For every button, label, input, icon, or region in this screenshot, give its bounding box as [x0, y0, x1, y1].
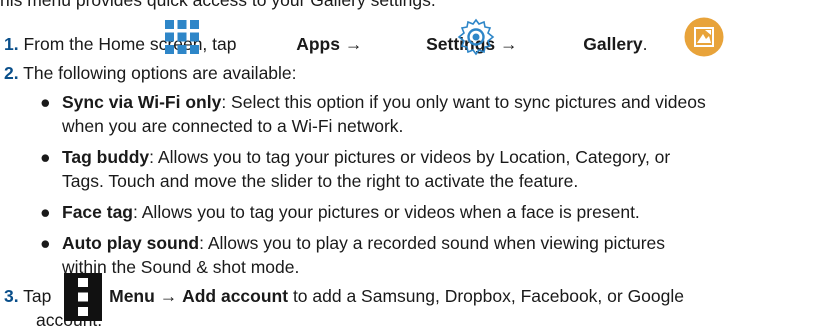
bullet-term: Tag buddy	[62, 147, 150, 167]
step-2-text: The following options are available:	[23, 63, 297, 83]
bullet-dot: ●	[40, 233, 51, 253]
bullet-term: Sync via Wi-Fi only	[62, 92, 222, 112]
step-3-tap: Tap	[23, 286, 52, 306]
step-2-number: 2.	[4, 63, 19, 83]
bullet-term: Face tag	[62, 202, 133, 222]
bullet-tag-buddy: Tag buddy: Allows you to tag your pictur…	[62, 146, 670, 168]
step-1-text: From the Home screen, tap	[23, 34, 237, 54]
apps-grid-icon	[165, 20, 199, 54]
gallery-label: Gallery	[583, 34, 643, 54]
step-3-arrow: →	[159, 286, 178, 306]
bullet-auto-play-sound: Auto play sound: Allows you to play a re…	[62, 232, 665, 254]
apps-label: Apps	[296, 34, 340, 54]
bullet-term: Auto play sound	[62, 233, 200, 253]
add-account-label: Add account	[182, 286, 289, 306]
step-3-text: to add a Samsung, Dropbox, Facebook, or …	[292, 286, 685, 306]
bullet-line: : Allows you to play a recorded sound wh…	[199, 233, 666, 253]
bullet-dot: ●	[40, 92, 51, 112]
bullet-line-continued: Tags. Touch and move the slider to the r…	[62, 171, 579, 191]
menu-overflow-icon	[64, 273, 102, 321]
step-1-number: 1.	[4, 34, 19, 54]
intro-text: his menu provides quick access to your G…	[0, 0, 436, 10]
step-2: 2. The following options are available:	[4, 62, 297, 84]
gallery-icon	[684, 17, 724, 57]
bullet-sync-wifi: Sync via Wi-Fi only: Select this option …	[62, 91, 706, 113]
bullet-line: : Allows you to tag your pictures or vid…	[149, 147, 671, 167]
arrow-2: →	[500, 34, 518, 54]
bullet-dot: ●	[40, 202, 51, 222]
step-1: 1. From the Home screen, tap Apps → Sett…	[4, 33, 648, 55]
arrow-1: →	[344, 34, 363, 54]
settings-gear-icon	[457, 18, 495, 56]
bullet-line: : Allows you to tag your pictures or vid…	[133, 202, 640, 222]
bullet-line: : Select this option if you only want to…	[221, 92, 706, 112]
step-3: 3. Tap Menu → Add account to add a Samsu…	[4, 285, 684, 307]
bullet-line-continued: when you are connected to a Wi-Fi networ…	[62, 116, 404, 136]
step-3-number: 3.	[4, 286, 19, 306]
bullet-dot: ●	[40, 147, 51, 167]
bullet-face-tag: Face tag: Allows you to tag your picture…	[62, 201, 640, 223]
menu-label: Menu	[109, 286, 155, 306]
step-1-period: .	[642, 34, 648, 54]
